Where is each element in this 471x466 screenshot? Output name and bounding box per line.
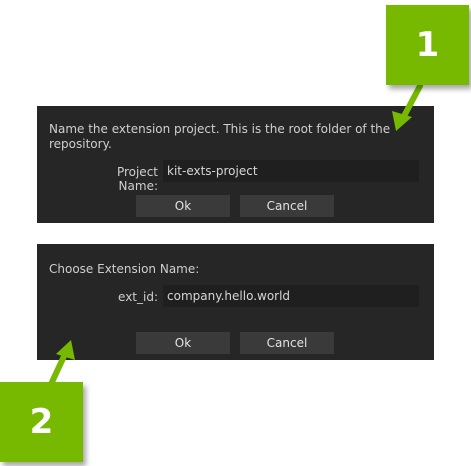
cancel-button[interactable]: Cancel (240, 195, 334, 217)
ok-button[interactable]: Ok (136, 332, 230, 354)
extension-name-prompt: Choose Extension Name: (49, 262, 200, 276)
ok-button[interactable]: Ok (136, 195, 230, 217)
callout-badge-2: 2 (0, 382, 83, 462)
project-name-input[interactable] (163, 160, 419, 182)
extension-name-dialog: Choose Extension Name: ext_id: Ok Cancel (37, 244, 434, 360)
cancel-button[interactable]: Cancel (240, 332, 334, 354)
project-name-label: Project Name: (116, 165, 158, 193)
project-name-dialog: Name the extension project. This is the … (37, 106, 434, 223)
callout-badge-1: 1 (386, 5, 469, 85)
ext-id-label: ext_id: (118, 290, 158, 304)
project-name-prompt: Name the extension project. This is the … (49, 122, 391, 151)
ext-id-input[interactable] (163, 285, 419, 307)
screenshot-stage: Name the extension project. This is the … (0, 0, 471, 466)
